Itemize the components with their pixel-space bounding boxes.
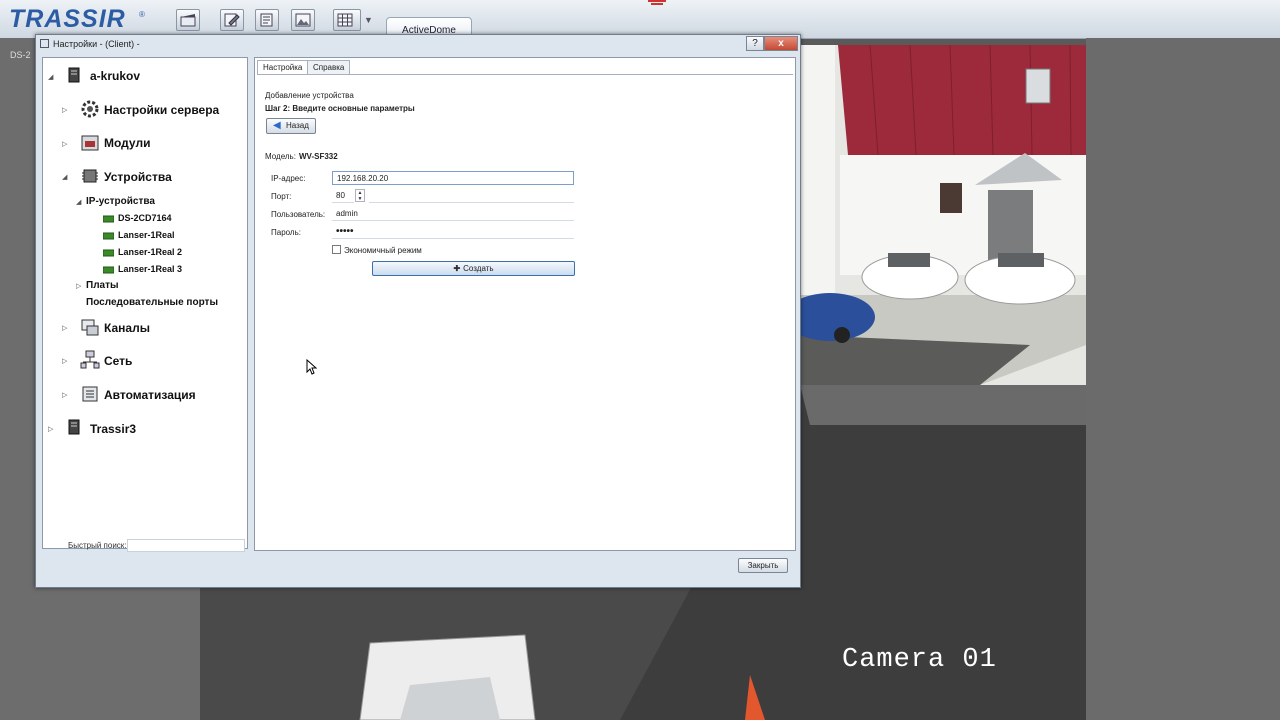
tree-item-channels[interactable]: Каналы: [104, 321, 150, 335]
window-icon: [40, 39, 49, 48]
tree-item-server-a-krukov[interactable]: a-krukov: [90, 69, 140, 83]
grid-button[interactable]: [333, 9, 361, 31]
ip-label: IP-адрес:: [271, 174, 306, 183]
ip-address-input[interactable]: [332, 171, 574, 185]
quick-search-label: Быстрый поиск:: [68, 541, 127, 550]
user-label: Пользователь:: [271, 210, 326, 219]
help-button[interactable]: ?: [746, 36, 764, 51]
channels-icon: [81, 319, 99, 336]
automation-icon: [82, 386, 98, 402]
camera-left-label: DS-2: [10, 50, 31, 60]
grid-dropdown-arrow-icon[interactable]: ▼: [364, 15, 373, 25]
tree-item-device[interactable]: DS-2CD7164: [118, 213, 172, 223]
back-button[interactable]: ◀ Назад: [266, 118, 316, 134]
picture-button[interactable]: [291, 9, 315, 31]
quick-search-input[interactable]: [127, 539, 245, 552]
arrow-left-icon: ◀: [273, 120, 281, 131]
tree-item-server-trassir3[interactable]: Trassir3: [90, 422, 136, 436]
camera-overlay-label: Camera 01: [842, 645, 997, 675]
password-label: Пароль:: [271, 228, 301, 237]
user-input[interactable]: [332, 207, 574, 221]
tree-item-boards[interactable]: Платы: [86, 280, 119, 291]
tree-item-serial-ports[interactable]: Последовательные порты: [86, 297, 218, 308]
step-title: Шаг 2: Введите основные параметры: [265, 104, 415, 113]
section-title: Добавление устройства: [265, 91, 354, 100]
modules-icon: [81, 135, 99, 151]
expand-arrow-icon[interactable]: ▷: [76, 282, 81, 290]
plus-icon: ✚: [453, 264, 461, 273]
expand-arrow-icon[interactable]: ▷: [48, 425, 53, 433]
expand-arrow-icon[interactable]: ▷: [62, 324, 67, 332]
tab-divider: [257, 74, 793, 75]
trassir-logo: TRASSIR: [9, 5, 126, 33]
tree-item-automation[interactable]: Автоматизация: [104, 388, 196, 402]
settings-pane: Настройка Справка Добавление устройства …: [254, 57, 796, 551]
tree-item-device[interactable]: Lanser-1Real 3: [118, 264, 182, 274]
quick-search: Быстрый поиск:: [42, 539, 248, 553]
mouse-cursor-icon: [306, 359, 318, 375]
tab-help[interactable]: Справка: [307, 60, 351, 74]
tree-item-devices[interactable]: Устройства: [104, 170, 172, 184]
logo-registered-mark: ®: [139, 10, 145, 19]
camera-device-icon: [103, 232, 114, 240]
gear-icon: [81, 100, 99, 118]
tree-item-ip-devices[interactable]: IP-устройства: [86, 196, 155, 207]
chip-icon: [82, 169, 98, 183]
port-input[interactable]: [332, 189, 354, 203]
expand-arrow-icon[interactable]: ▷: [62, 106, 67, 114]
password-input[interactable]: [332, 225, 574, 239]
tree-item-modules[interactable]: Модули: [104, 136, 150, 150]
document-icon: [260, 13, 273, 27]
edit-button[interactable]: [220, 9, 244, 31]
camera-feed-top: [800, 45, 1086, 385]
port-label: Порт:: [271, 192, 292, 201]
camera-device-icon: [103, 266, 114, 274]
network-icon: [80, 350, 100, 369]
settings-tree: ◢ a-krukov ▷ Настройки сервера ▷ Модули …: [42, 57, 248, 549]
expand-arrow-icon[interactable]: ▷: [62, 357, 67, 365]
eco-mode-label: Экономичный режим: [344, 246, 422, 255]
port-row-line: [369, 202, 574, 203]
alarm-indicator-icon: [648, 0, 666, 5]
back-button-label: Назад: [286, 121, 309, 130]
settings-window: Настройки - (Client) - ? x ◢ a-krukov ▷ …: [35, 34, 801, 588]
model-label: Модель:: [265, 152, 296, 161]
create-button[interactable]: ✚ Создать: [372, 261, 575, 276]
tab-settings[interactable]: Настройка: [257, 60, 309, 75]
collapse-arrow-icon[interactable]: ◢: [48, 73, 53, 81]
collapse-arrow-icon[interactable]: ◢: [62, 173, 67, 181]
camera-device-icon: [103, 249, 114, 257]
clapper-icon: [180, 14, 196, 27]
close-window-button[interactable]: x: [764, 36, 798, 51]
expand-arrow-icon[interactable]: ▷: [62, 391, 67, 399]
close-button[interactable]: Закрыть: [738, 558, 788, 573]
camera-device-icon: [103, 215, 114, 223]
tree-item-network[interactable]: Сеть: [104, 354, 132, 368]
create-button-label: Создать: [463, 264, 494, 273]
model-value: WV-SF332: [299, 152, 338, 161]
server-icon: [68, 67, 80, 83]
picture-icon: [295, 13, 311, 27]
camera-feed-right-strip: [1086, 38, 1280, 720]
window-title-text: Настройки - (Client) -: [53, 39, 140, 49]
tree-item-device[interactable]: Lanser-1Real: [118, 230, 175, 240]
clapper-button[interactable]: [176, 9, 200, 31]
server-icon: [68, 419, 80, 435]
eco-mode-checkbox[interactable]: [332, 245, 341, 254]
expand-arrow-icon[interactable]: ▷: [62, 140, 67, 148]
edit-icon: [224, 13, 240, 27]
grid-icon: [337, 13, 353, 27]
tree-item-device[interactable]: Lanser-1Real 2: [118, 247, 182, 257]
camera-scene-building: [800, 45, 1086, 385]
port-stepper[interactable]: ▲ ▼: [355, 189, 365, 202]
tree-item-server-settings[interactable]: Настройки сервера: [104, 103, 219, 117]
window-title: Настройки - (Client) -: [40, 39, 140, 49]
collapse-arrow-icon[interactable]: ◢: [76, 198, 81, 206]
document-button[interactable]: [255, 9, 279, 31]
